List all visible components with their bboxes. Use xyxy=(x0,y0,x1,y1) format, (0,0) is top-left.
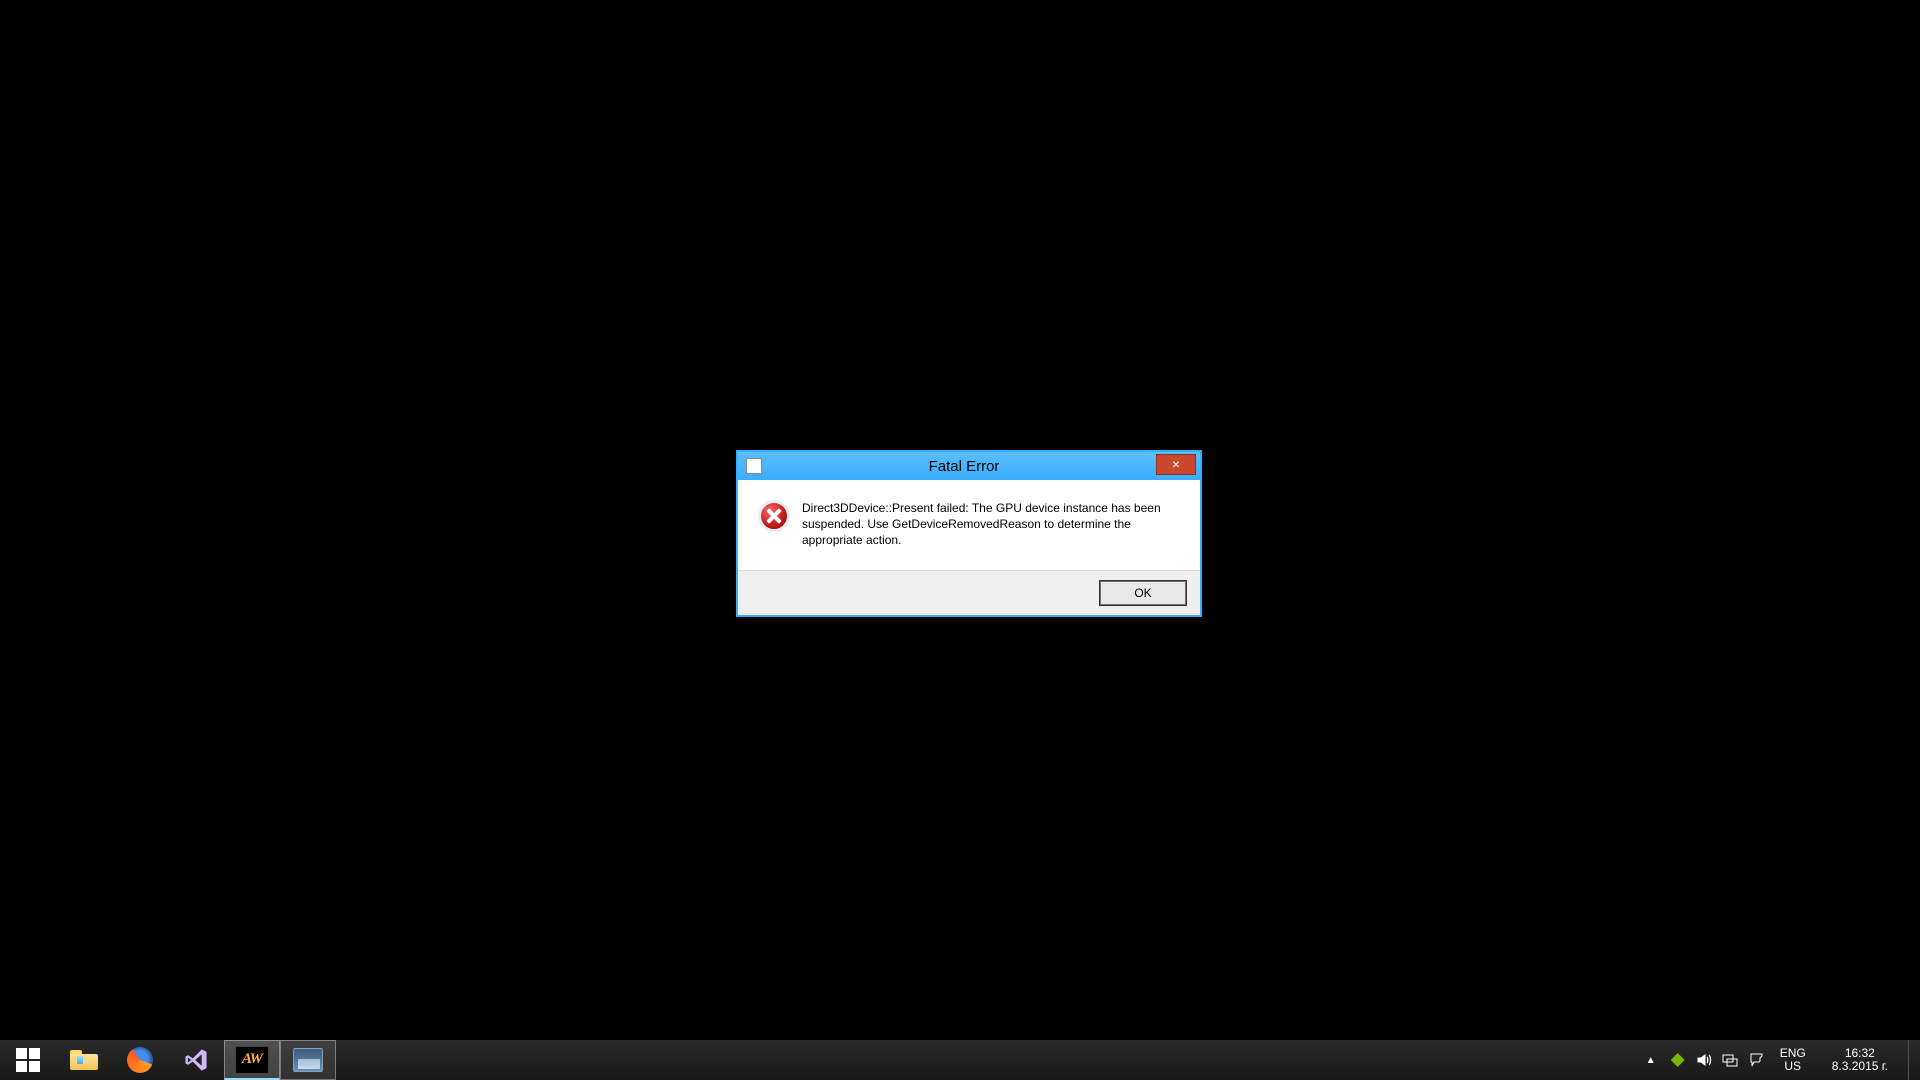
system-tray: ▲ ENG US 16:32 8.3.2015 г. xyxy=(1632,1040,1920,1080)
dialog-titlebar[interactable]: Fatal Error × xyxy=(738,452,1200,480)
close-button[interactable]: × xyxy=(1156,454,1196,475)
start-button[interactable] xyxy=(0,1040,56,1080)
language-secondary: US xyxy=(1784,1060,1801,1073)
firefox-icon xyxy=(127,1047,153,1073)
aw-application-label: AW xyxy=(242,1052,262,1067)
taskbar-item-application[interactable] xyxy=(280,1040,336,1080)
clock-date: 8.3.2015 г. xyxy=(1832,1060,1888,1073)
taskbar-item-firefox[interactable] xyxy=(112,1040,168,1080)
ok-button[interactable]: OK xyxy=(1100,581,1186,605)
dialog-title: Fatal Error xyxy=(768,458,1200,475)
windows-logo-icon xyxy=(16,1048,40,1072)
language-indicator[interactable]: ENG US xyxy=(1774,1040,1812,1080)
dialog-footer: OK xyxy=(738,570,1200,615)
taskbar-spacer xyxy=(336,1040,1632,1080)
visual-studio-icon xyxy=(182,1046,210,1074)
taskbar-item-file-explorer[interactable] xyxy=(56,1040,112,1080)
tray-overflow-button[interactable]: ▲ xyxy=(1642,1049,1660,1072)
taskbar-item-visual-studio[interactable] xyxy=(168,1040,224,1080)
volume-tray-icon[interactable] xyxy=(1696,1052,1712,1068)
application-window-icon xyxy=(293,1048,323,1072)
aw-application-icon: AW xyxy=(235,1046,269,1074)
dialog-message: Direct3DDevice::Present failed: The GPU … xyxy=(802,500,1162,549)
dialog-body: Direct3DDevice::Present failed: The GPU … xyxy=(738,480,1200,570)
application-icon xyxy=(746,458,762,474)
network-tray-icon[interactable] xyxy=(1722,1052,1738,1068)
taskbar: AW ▲ ENG US 16:32 8.3.2015 г. xyxy=(0,1040,1920,1080)
error-icon xyxy=(758,500,790,532)
show-desktop-button[interactable] xyxy=(1908,1040,1916,1080)
taskbar-left: AW xyxy=(0,1040,336,1080)
action-center-tray-icon[interactable] xyxy=(1748,1052,1764,1068)
folder-icon xyxy=(70,1050,98,1070)
error-dialog: Fatal Error × Direct3DDevice::Present fa… xyxy=(736,450,1202,617)
nvidia-tray-icon[interactable] xyxy=(1670,1052,1686,1068)
taskbar-clock[interactable]: 16:32 8.3.2015 г. xyxy=(1822,1040,1898,1080)
taskbar-item-aw-application[interactable]: AW xyxy=(224,1040,280,1080)
